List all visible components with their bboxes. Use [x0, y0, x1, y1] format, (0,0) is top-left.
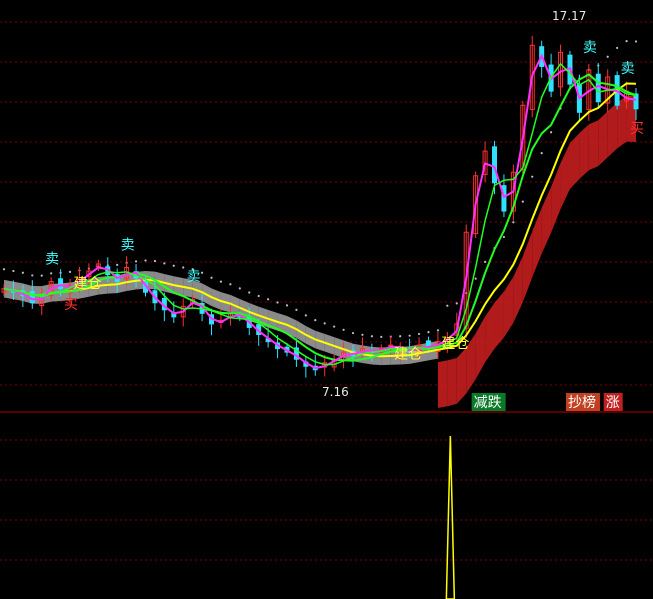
candle-body	[58, 278, 64, 290]
trend-dot	[323, 322, 326, 325]
trend-dot	[68, 270, 72, 273]
low-price-label: 7.16	[322, 385, 349, 399]
ribbon-segment	[560, 143, 570, 209]
trend-dot	[50, 272, 53, 275]
signal-label-sell: 卖	[45, 252, 59, 268]
trend-dot	[248, 291, 251, 294]
status-tags: 减跌 抄榜涨	[471, 393, 623, 411]
trend-dot	[200, 271, 204, 274]
ribbon-segment	[437, 360, 448, 408]
ribbon-segment	[513, 256, 523, 323]
ribbon-segment	[447, 358, 457, 407]
signal-label-buy: 买	[64, 297, 78, 313]
trend-dot	[257, 294, 260, 298]
signal-label-build: 建仓	[441, 336, 469, 352]
trend-dot	[455, 302, 458, 305]
trend-dot	[31, 274, 34, 277]
ribbon-segment	[579, 124, 589, 180]
ribbon-segment	[532, 207, 542, 278]
trend-dot	[550, 131, 553, 134]
trend-dot	[342, 328, 345, 331]
trend-dot	[182, 266, 185, 269]
tag-label: 减跌	[474, 395, 502, 411]
trend-dot	[634, 40, 638, 43]
candle-body	[595, 73, 601, 103]
signal-label-sell: 卖	[187, 269, 201, 285]
ribbon-segment	[456, 347, 467, 404]
trend-dot	[276, 301, 279, 304]
candle-body	[492, 146, 498, 184]
trend-dot	[210, 276, 213, 279]
trend-dot	[380, 335, 383, 338]
ribbon-segment	[588, 120, 599, 171]
trend-dot	[267, 298, 270, 301]
trend-dot	[285, 304, 289, 307]
trend-dot	[399, 335, 402, 338]
price-chart: 卖卖卖卖卖买买建仓建仓建仓 17.17 7.16 减跌 抄榜涨	[0, 9, 653, 599]
trend-dot	[163, 262, 166, 265]
signal-label-buy: 买	[630, 121, 644, 137]
volume-spike	[445, 435, 456, 599]
ribbon-segment	[494, 291, 504, 349]
trend-dot	[474, 277, 477, 280]
trend-dot	[446, 304, 449, 307]
trend-dot	[361, 333, 364, 336]
trend-dot	[21, 271, 24, 274]
trend-dot	[606, 55, 609, 58]
candle-body	[29, 290, 35, 304]
trend-dot	[304, 314, 307, 317]
ribbon-segment	[485, 302, 495, 363]
trend-dot	[12, 269, 15, 273]
trend-dot	[521, 200, 524, 203]
trend-dot	[370, 335, 373, 338]
trend-dot	[172, 264, 175, 267]
ribbon-segment	[503, 276, 514, 338]
trend-dot	[512, 221, 515, 224]
signal-label-build: 建仓	[73, 276, 101, 292]
trend-dot	[502, 235, 506, 239]
signal-label-sell: 卖	[583, 40, 597, 56]
trend-dot	[238, 287, 241, 290]
tag-label: 抄榜	[568, 394, 596, 411]
trend-dot	[116, 263, 119, 266]
trend-dot	[2, 268, 6, 271]
trend-dot	[625, 40, 628, 43]
trend-dot	[483, 260, 487, 264]
moving-average-ribbon	[4, 95, 636, 408]
trend-dot	[427, 331, 430, 334]
signal-label-sell: 卖	[121, 237, 135, 253]
trend-dot	[531, 175, 534, 178]
trend-dot	[134, 260, 138, 263]
trend-dot	[351, 331, 355, 335]
trend-dot	[144, 259, 147, 262]
trend-dot	[436, 329, 440, 332]
trend-dot	[229, 283, 232, 286]
trend-dot	[333, 325, 336, 328]
ribbon-segment	[541, 186, 552, 254]
trend-dot	[153, 259, 157, 263]
trend-dot	[295, 308, 298, 311]
trend-dot	[417, 332, 421, 336]
candle-body	[633, 93, 639, 110]
trend-dot	[219, 280, 223, 283]
tag-label: 涨	[606, 395, 620, 411]
indicator-panel	[445, 435, 456, 599]
signal-label-sell: 卖	[621, 61, 635, 77]
signal-label-build: 建仓	[394, 347, 422, 363]
trend-dot	[540, 152, 543, 155]
ribbon-segment	[475, 316, 486, 380]
trend-dot	[40, 274, 43, 277]
trend-dot	[314, 319, 317, 322]
high-price-label: 17.17	[552, 9, 586, 23]
ribbon-segment	[598, 111, 608, 167]
trend-dot	[408, 334, 411, 337]
trend-dot	[616, 46, 619, 50]
ribbon-segment	[607, 102, 618, 158]
